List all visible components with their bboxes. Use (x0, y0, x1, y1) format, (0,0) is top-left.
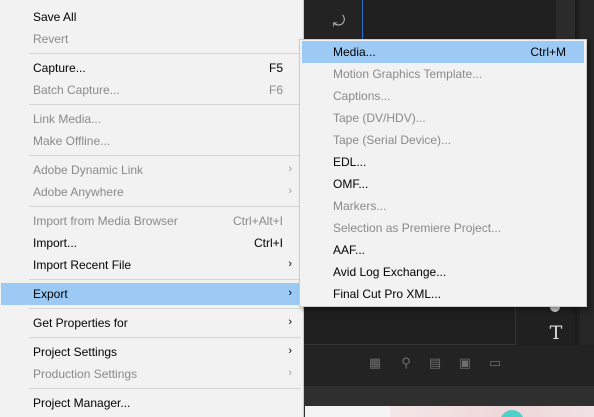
menu-item-label: Import... (33, 236, 78, 250)
menu-item-shortcut: Ctrl+M (530, 45, 566, 59)
file-menu: Save All Revert Capture... F5 Batch Capt… (0, 0, 304, 417)
menu-item-label: Batch Capture... (33, 83, 120, 97)
menu-separator (29, 206, 301, 207)
panel-header-strip (556, 0, 576, 40)
new-item-icon[interactable]: ▣ (457, 356, 473, 370)
menu-item-label: Final Cut Pro XML... (333, 287, 442, 301)
menu-item-label: Adobe Dynamic Link (33, 163, 144, 177)
menu-separator (29, 155, 301, 156)
menu-item-label: Revert (33, 32, 69, 46)
menu-item-export[interactable]: Export › (1, 283, 302, 305)
menu-item-import-from-media-browser[interactable]: Import from Media Browser Ctrl+Alt+I (1, 210, 302, 232)
menu-separator (29, 53, 301, 54)
submenu-item-avid-log-exchange[interactable]: Avid Log Exchange... (302, 261, 584, 283)
export-submenu: Media... Ctrl+M Motion Graphics Template… (299, 39, 587, 307)
menu-item-revert[interactable]: Revert (1, 28, 302, 50)
menu-item-shortcut: Ctrl+I (253, 236, 283, 250)
menu-item-production-settings[interactable]: Production Settings › (1, 363, 302, 385)
menu-item-label: Media... (333, 45, 376, 59)
menu-item-save-all[interactable]: Save All (1, 6, 302, 28)
trash-icon[interactable]: ▭ (487, 356, 503, 370)
menu-item-link-media[interactable]: Link Media... (1, 108, 302, 130)
menu-item-shortcut: F5 (268, 61, 283, 75)
chevron-right-icon: › (288, 185, 292, 197)
menu-item-label: Get Properties for (33, 316, 128, 330)
menu-item-shortcut: F6 (268, 83, 283, 97)
menu-item-get-properties-for[interactable]: Get Properties for › (1, 312, 302, 334)
menu-item-batch-capture[interactable]: Batch Capture... F6 (1, 79, 302, 101)
chevron-right-icon: › (288, 345, 292, 357)
menu-item-label: Selection as Premiere Project... (333, 221, 502, 235)
project-panel-footer (300, 346, 594, 386)
menu-separator (29, 308, 301, 309)
submenu-item-aaf[interactable]: AAF... (302, 239, 584, 261)
submenu-item-motion-graphics-template[interactable]: Motion Graphics Template... (302, 63, 584, 85)
menu-item-shortcut: Ctrl+Alt+I (232, 214, 283, 228)
menu-item-label: Adobe Anywhere (33, 185, 124, 199)
chevron-right-icon: › (288, 287, 292, 299)
submenu-item-omf[interactable]: OMF... (302, 173, 584, 195)
active-panel-divider (362, 0, 363, 40)
menu-item-label: OMF... (333, 177, 369, 191)
menu-item-label: Motion Graphics Template... (333, 67, 483, 81)
menu-item-label: AAF... (333, 243, 366, 257)
chevron-right-icon: › (288, 367, 292, 379)
menu-item-project-manager[interactable]: Project Manager... (1, 392, 302, 414)
submenu-item-final-cut-pro-xml[interactable]: Final Cut Pro XML... (302, 283, 584, 305)
menu-item-label: Project Manager... (33, 396, 131, 410)
type-tool-icon[interactable]: T (544, 322, 568, 344)
menu-item-label: Capture... (33, 61, 86, 75)
menu-separator (29, 337, 301, 338)
undo-icon[interactable]: ⤾ (330, 14, 348, 30)
clip-icon[interactable]: ▦ (367, 356, 383, 370)
search-icon[interactable]: ⚲ (398, 356, 414, 370)
folder-icon[interactable]: ▤ (427, 356, 443, 370)
menu-item-label: Markers... (333, 199, 387, 213)
menu-separator (29, 279, 301, 280)
menu-item-capture[interactable]: Capture... F5 (1, 57, 302, 79)
menu-separator (29, 388, 301, 389)
menu-item-label: Make Offline... (33, 134, 111, 148)
menu-separator (29, 104, 301, 105)
menu-item-label: Tape (DV/HDV)... (333, 111, 426, 125)
menu-item-label: Captions... (333, 89, 391, 103)
menu-item-project-settings[interactable]: Project Settings › (1, 341, 302, 363)
submenu-item-markers[interactable]: Markers... (302, 195, 584, 217)
menu-item-label: Save All (33, 10, 77, 24)
submenu-item-tape-serial-device[interactable]: Tape (Serial Device)... (302, 129, 584, 151)
menu-item-label: Export (33, 287, 68, 301)
menu-item-label: Project Settings (33, 345, 118, 359)
menu-item-import[interactable]: Import... Ctrl+I (1, 232, 302, 254)
submenu-item-edl[interactable]: EDL... (302, 151, 584, 173)
menu-item-adobe-dynamic-link[interactable]: Adobe Dynamic Link › (1, 159, 302, 181)
menu-item-label: EDL... (333, 155, 367, 169)
preview-pink-area (390, 406, 594, 417)
submenu-item-selection-as-premiere-project[interactable]: Selection as Premiere Project... (302, 217, 584, 239)
chevron-right-icon: › (288, 316, 292, 328)
submenu-item-captions[interactable]: Captions... (302, 85, 584, 107)
chevron-right-icon: › (288, 258, 292, 270)
submenu-item-media[interactable]: Media... Ctrl+M (302, 41, 584, 63)
menu-item-import-recent-file[interactable]: Import Recent File › (1, 254, 302, 276)
menu-item-label: Import from Media Browser (33, 214, 178, 228)
menu-item-label: Tape (Serial Device)... (333, 133, 452, 147)
menu-item-label: Avid Log Exchange... (333, 265, 447, 279)
submenu-item-tape-dv-hdv[interactable]: Tape (DV/HDV)... (302, 107, 584, 129)
menu-item-label: Import Recent File (33, 258, 132, 272)
menu-item-label: Production Settings (33, 367, 138, 381)
menu-item-label: Link Media... (33, 112, 102, 126)
preview-white-area (305, 406, 390, 417)
chevron-right-icon: › (288, 163, 292, 175)
menu-item-make-offline[interactable]: Make Offline... (1, 130, 302, 152)
menu-item-adobe-anywhere[interactable]: Adobe Anywhere › (1, 181, 302, 203)
